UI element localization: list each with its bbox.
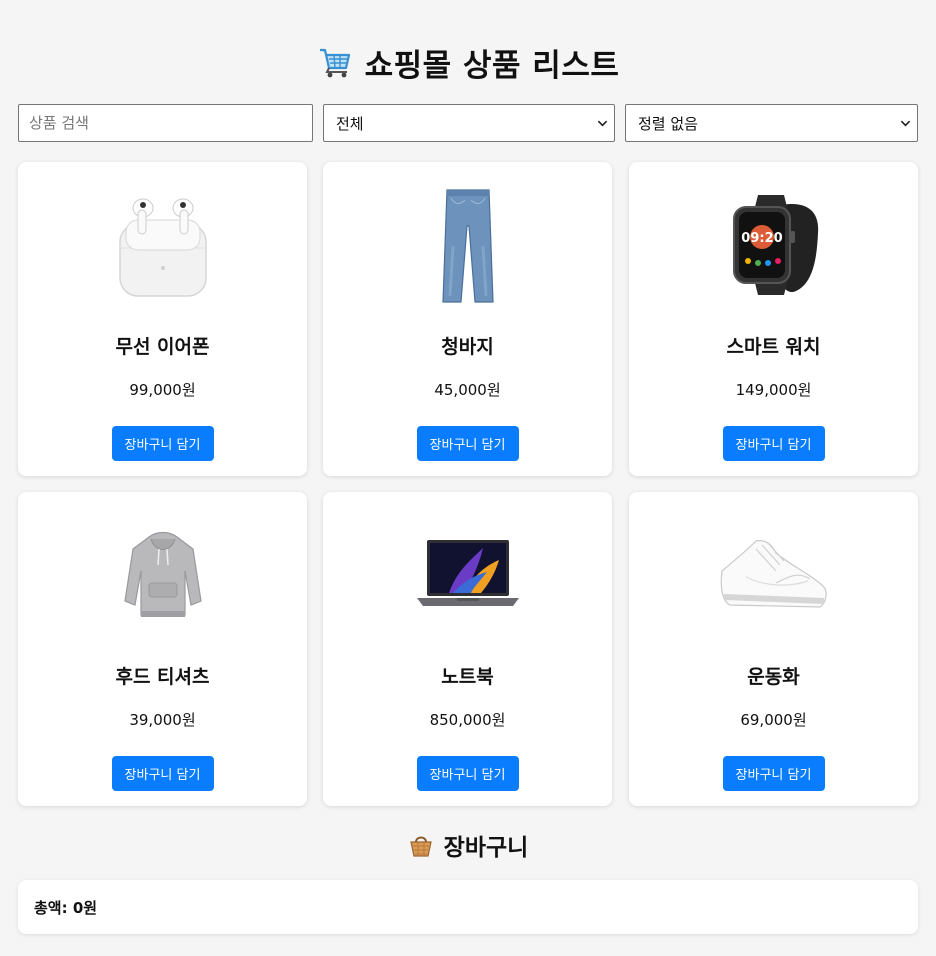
shopping-cart-icon <box>319 48 350 78</box>
add-to-cart-button[interactable]: 장바구니 담기 <box>722 426 825 461</box>
add-to-cart-button[interactable]: 장바구니 담기 <box>722 756 825 791</box>
svg-text:09:20: 09:20 <box>741 231 782 246</box>
hoodie-image <box>123 531 202 617</box>
sort-select[interactable]: 정렬 없음 <box>625 104 918 142</box>
smartwatch-image: 09:20 <box>732 195 818 295</box>
product-card: 09:20 스마트 워치 149,000원 장바구니 담기 <box>629 162 918 476</box>
product-card: 노트북 850,000원 장바구니 담기 <box>323 492 612 806</box>
cart-total: 총액: 0원 <box>34 898 98 917</box>
page-header: 쇼핑몰 상품 리스트 <box>0 42 936 84</box>
product-price: 69,000원 <box>740 711 807 729</box>
chevron-down-icon <box>597 120 608 127</box>
sneakers-image <box>720 540 827 608</box>
category-select[interactable]: 전체 <box>323 104 615 142</box>
add-to-cart-button[interactable]: 장바구니 담기 <box>111 756 214 791</box>
cart-title: 장바구니 <box>443 835 529 861</box>
page-title: 쇼핑몰 상품 리스트 <box>364 47 620 84</box>
filter-bar: 전체 정렬 없음 <box>18 104 918 142</box>
add-to-cart-button[interactable]: 장바구니 담기 <box>416 426 519 461</box>
product-name: 스마트 워치 <box>726 336 821 358</box>
product-price: 45,000원 <box>434 381 501 399</box>
search-input[interactable] <box>18 104 313 142</box>
laptop-image <box>416 540 519 606</box>
product-name: 후드 티셔츠 <box>115 666 210 688</box>
product-price: 850,000원 <box>429 711 506 729</box>
earbuds-image <box>118 198 207 297</box>
sort-select-value: 정렬 없음 <box>638 114 698 133</box>
product-price: 39,000원 <box>129 711 196 729</box>
product-name: 노트북 <box>441 666 494 688</box>
product-card: 운동화 69,000원 장바구니 담기 <box>629 492 918 806</box>
product-name: 무선 이어폰 <box>115 336 210 358</box>
chevron-down-icon <box>900 120 911 127</box>
add-to-cart-button[interactable]: 장바구니 담기 <box>111 426 214 461</box>
cart-header: 장바구니 <box>0 828 936 862</box>
basket-icon <box>409 836 432 857</box>
cart-summary: 총액: 0원 <box>18 880 918 934</box>
jeans-image <box>441 189 494 303</box>
product-price: 149,000원 <box>735 381 812 399</box>
product-card: 후드 티셔츠 39,000원 장바구니 담기 <box>18 492 307 806</box>
product-card: 청바지 45,000원 장바구니 담기 <box>323 162 612 476</box>
add-to-cart-button[interactable]: 장바구니 담기 <box>416 756 519 791</box>
product-name: 청바지 <box>441 336 494 358</box>
product-name: 운동화 <box>747 666 800 688</box>
product-card: 무선 이어폰 99,000원 장바구니 담기 <box>18 162 307 476</box>
product-price: 99,000원 <box>129 381 196 399</box>
category-select-value: 전체 <box>336 114 364 133</box>
